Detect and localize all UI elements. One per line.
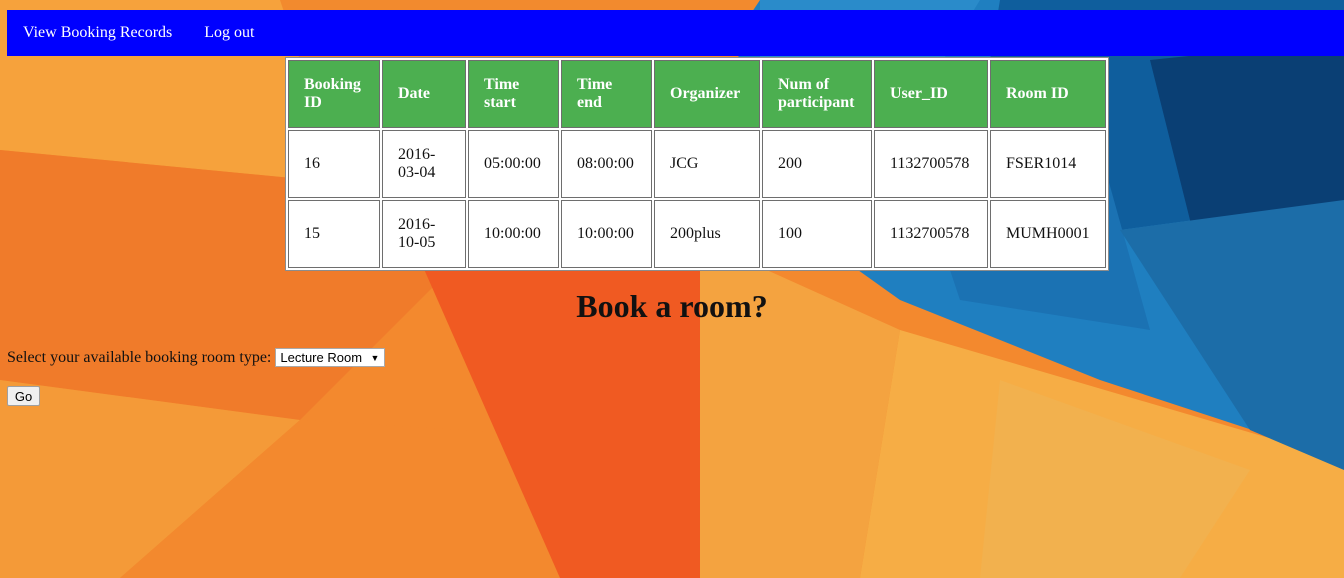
header-organizer: Organizer [654,60,760,128]
logout-link[interactable]: Log out [188,24,270,42]
header-room-id: Room ID [990,60,1106,128]
cell-user-id: 1132700578 [874,130,988,198]
header-booking-id: Booking ID [288,60,380,128]
cell-num-participant: 100 [762,200,872,268]
table-row: 16 2016-03-04 05:00:00 08:00:00 JCG 200 … [288,130,1106,198]
header-time-start: Time start [468,60,559,128]
room-type-selected-value: Lecture Room [280,350,363,365]
cell-time-end: 10:00:00 [561,200,652,268]
booking-records-table: Booking ID Date Time start Time end Orga… [285,57,1109,271]
cell-organizer: 200plus [654,200,760,268]
cell-user-id: 1132700578 [874,200,988,268]
room-type-label: Select your available booking room type: [7,348,272,366]
header-time-end: Time end [561,60,652,128]
cell-room-id: FSER1014 [990,130,1106,198]
cell-num-participant: 200 [762,130,872,198]
header-date: Date [382,60,466,128]
cell-date: 2016-10-05 [382,200,466,268]
book-room-heading: Book a room? [576,288,768,324]
cell-time-start: 10:00:00 [468,200,559,268]
header-user-id: User_ID [874,60,988,128]
cell-room-id: MUMH0001 [990,200,1106,268]
top-navbar: View Booking Records Log out [7,10,1344,56]
table-row: 15 2016-10-05 10:00:00 10:00:00 200plus … [288,200,1106,268]
cell-booking-id: 15 [288,200,380,268]
cell-organizer: JCG [654,130,760,198]
room-type-row: Select your available booking room type:… [7,348,386,367]
cell-time-end: 08:00:00 [561,130,652,198]
cell-booking-id: 16 [288,130,380,198]
chevron-down-icon: ▼ [370,352,380,363]
cell-date: 2016-03-04 [382,130,466,198]
cell-time-start: 05:00:00 [468,130,559,198]
go-button[interactable]: Go [7,386,40,406]
table-header-row: Booking ID Date Time start Time end Orga… [288,60,1106,128]
view-booking-records-link[interactable]: View Booking Records [7,24,188,42]
room-type-select[interactable]: Lecture Room ▼ [275,348,386,367]
header-num-participant: Num of participant [762,60,872,128]
